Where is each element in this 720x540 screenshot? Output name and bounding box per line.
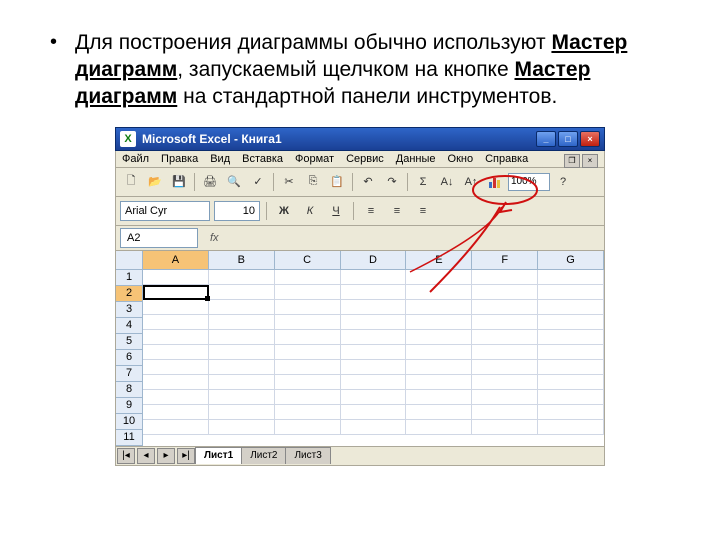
- chart-wizard-icon[interactable]: [484, 171, 506, 193]
- help-icon[interactable]: ?: [552, 171, 574, 193]
- col-header[interactable]: C: [275, 251, 341, 270]
- font-combo[interactable]: Arial Cyr: [120, 201, 210, 221]
- row-header[interactable]: 7: [116, 366, 143, 382]
- name-box[interactable]: A2: [120, 228, 198, 248]
- save-icon[interactable]: 💾: [168, 171, 190, 193]
- close-button[interactable]: ×: [580, 131, 600, 147]
- underline-button[interactable]: Ч: [325, 200, 347, 222]
- paste-icon[interactable]: 📋: [326, 171, 348, 193]
- formula-bar: A2 fx: [115, 226, 605, 251]
- sheet-tab[interactable]: Лист1: [195, 447, 242, 464]
- sort-desc-icon[interactable]: A↑: [460, 171, 482, 193]
- doc-restore-button[interactable]: ❐: [564, 154, 580, 168]
- excel-icon: X: [120, 131, 136, 147]
- align-right-icon[interactable]: ≡: [412, 200, 434, 222]
- formatting-toolbar: Arial Cyr 10 Ж К Ч ≡ ≡ ≡: [115, 197, 605, 226]
- bullet-text: Для построения диаграммы обычно использу…: [75, 30, 670, 111]
- align-left-icon[interactable]: ≡: [360, 200, 382, 222]
- menu-view[interactable]: Вид: [210, 153, 230, 165]
- undo-icon[interactable]: ↶: [357, 171, 379, 193]
- menu-format[interactable]: Формат: [295, 153, 334, 165]
- row-header[interactable]: 11: [116, 430, 143, 446]
- menu-tools[interactable]: Сервис: [346, 153, 384, 165]
- doc-close-button[interactable]: ×: [582, 154, 598, 168]
- title-bar: X Microsoft Excel - Книга1 _ □ ×: [115, 127, 605, 151]
- tab-nav-next[interactable]: ▸: [157, 448, 175, 464]
- cut-icon[interactable]: ✂: [278, 171, 300, 193]
- row-header[interactable]: 9: [116, 398, 143, 414]
- autosum-icon[interactable]: Σ: [412, 171, 434, 193]
- row-header[interactable]: 3: [116, 302, 143, 318]
- spreadsheet-grid[interactable]: A B C D E F G 1 2 3 4 5 6 7 8 9: [115, 251, 605, 447]
- sheet-tab-bar: |◂ ◂ ▸ ▸| Лист1 Лист2 Лист3: [115, 447, 605, 466]
- font-size-combo[interactable]: 10: [214, 201, 260, 221]
- row-header[interactable]: 8: [116, 382, 143, 398]
- bullet-dot: •: [50, 30, 57, 111]
- sheet-tab[interactable]: Лист2: [241, 447, 286, 464]
- italic-button[interactable]: К: [299, 200, 321, 222]
- minimize-button[interactable]: _: [536, 131, 556, 147]
- tab-nav-prev[interactable]: ◂: [137, 448, 155, 464]
- menu-window[interactable]: Окно: [448, 153, 474, 165]
- window-title: Microsoft Excel - Книга1: [142, 132, 282, 146]
- bullet-item: • Для построения диаграммы обычно исполь…: [50, 30, 670, 111]
- col-header[interactable]: D: [341, 251, 407, 270]
- row-header[interactable]: 5: [116, 334, 143, 350]
- tab-nav-last[interactable]: ▸|: [177, 448, 195, 464]
- bold-button[interactable]: Ж: [273, 200, 295, 222]
- row-header[interactable]: 4: [116, 318, 143, 334]
- col-header[interactable]: F: [472, 251, 538, 270]
- menu-file[interactable]: Файл: [122, 153, 149, 165]
- zoom-combo[interactable]: 100%: [508, 173, 550, 191]
- excel-screenshot: X Microsoft Excel - Книга1 _ □ × Файл Пр…: [115, 127, 605, 466]
- print-icon[interactable]: 🖨: [199, 171, 221, 193]
- menu-edit[interactable]: Правка: [161, 153, 198, 165]
- row-header[interactable]: 1: [116, 270, 143, 286]
- sort-asc-icon[interactable]: A↓: [436, 171, 458, 193]
- standard-toolbar: 🗋 📂 💾 🖨 🔍 ✓ ✂ ⎘ 📋 ↶ ↷ Σ A↓ A↑ 100% ?: [115, 168, 605, 197]
- menu-data[interactable]: Данные: [396, 153, 436, 165]
- spellcheck-icon[interactable]: ✓: [247, 171, 269, 193]
- row-header[interactable]: 6: [116, 350, 143, 366]
- redo-icon[interactable]: ↷: [381, 171, 403, 193]
- col-header[interactable]: G: [538, 251, 604, 270]
- menu-help[interactable]: Справка: [485, 153, 528, 165]
- row-header[interactable]: 10: [116, 414, 143, 430]
- align-center-icon[interactable]: ≡: [386, 200, 408, 222]
- copy-icon[interactable]: ⎘: [302, 171, 324, 193]
- select-all-corner[interactable]: [116, 251, 143, 270]
- new-icon[interactable]: 🗋: [120, 171, 142, 193]
- maximize-button[interactable]: □: [558, 131, 578, 147]
- col-header[interactable]: B: [209, 251, 275, 270]
- fx-label: fx: [210, 232, 219, 244]
- sheet-tab[interactable]: Лист3: [285, 447, 330, 464]
- row-header[interactable]: 2: [116, 286, 143, 302]
- col-header[interactable]: A: [143, 251, 209, 270]
- tab-nav-first[interactable]: |◂: [117, 448, 135, 464]
- menu-insert[interactable]: Вставка: [242, 153, 283, 165]
- open-icon[interactable]: 📂: [144, 171, 166, 193]
- menu-bar: Файл Правка Вид Вставка Формат Сервис Да…: [115, 151, 605, 168]
- active-cell[interactable]: [143, 285, 209, 300]
- col-header[interactable]: E: [406, 251, 472, 270]
- preview-icon[interactable]: 🔍: [223, 171, 245, 193]
